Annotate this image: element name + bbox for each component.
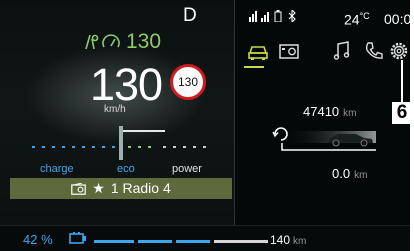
battery-percentage: 42 % bbox=[23, 232, 53, 247]
battery-icon bbox=[274, 10, 282, 22]
speed-limiter-value: 130 bbox=[126, 30, 162, 53]
range-segment bbox=[94, 240, 134, 243]
clock: 00:0 bbox=[384, 11, 410, 27]
odometer: 47410 km bbox=[303, 104, 357, 119]
star-icon: ★ bbox=[92, 180, 105, 196]
current-speed: 130 bbox=[90, 59, 163, 110]
driver-assist-icons bbox=[85, 34, 120, 50]
car-icon[interactable] bbox=[247, 40, 269, 62]
driver-cluster: D 130 130 130 km/h charge eco power ★ 1 … bbox=[0, 0, 235, 225]
bluetooth-icon bbox=[288, 10, 296, 22]
radio-station-label: 1 Radio 4 bbox=[110, 180, 171, 196]
range-remaining: 140 km bbox=[270, 233, 307, 247]
mode-power-label: power bbox=[172, 163, 202, 175]
signal-icon bbox=[261, 12, 269, 22]
instrument-screen: D 130 130 130 km/h charge eco power ★ 1 … bbox=[0, 0, 410, 251]
music-icon[interactable] bbox=[331, 40, 353, 62]
network-icon bbox=[249, 11, 257, 22]
range-segment bbox=[214, 240, 268, 243]
range-segment bbox=[138, 240, 172, 243]
gauge-ticks bbox=[32, 146, 115, 148]
gear-indicator: D bbox=[183, 5, 197, 26]
phone-icon[interactable] bbox=[363, 40, 385, 62]
status-bar: 24°C 00:0 bbox=[236, 0, 410, 30]
radio-now-playing[interactable]: ★ 1 Radio 4 bbox=[10, 178, 232, 199]
radio-icon bbox=[71, 182, 87, 195]
active-tab-indicator bbox=[244, 66, 264, 68]
panel-divider bbox=[234, 0, 235, 225]
mode-eco-label: eco bbox=[117, 163, 135, 175]
camera-icon[interactable] bbox=[278, 40, 300, 62]
trip-reset-graphic[interactable] bbox=[272, 124, 378, 154]
gauge-needle bbox=[119, 126, 123, 160]
trip-distance: 0.0 km bbox=[332, 166, 368, 181]
charging-plug-icon bbox=[69, 232, 86, 244]
lane-assist-icon bbox=[85, 34, 99, 50]
status-icons bbox=[249, 10, 296, 22]
callout-line bbox=[401, 60, 403, 106]
outside-temperature: 24°C bbox=[344, 11, 370, 28]
bottom-bar: 42 % 140 km bbox=[0, 225, 410, 251]
mode-charge-label: charge bbox=[40, 163, 74, 175]
gauge-level bbox=[123, 130, 165, 132]
power-gauge bbox=[32, 126, 206, 160]
range-segment bbox=[176, 240, 210, 243]
speed-limit-sign: 130 bbox=[170, 64, 206, 100]
speed-unit: km/h bbox=[104, 104, 126, 115]
gear-icon[interactable] bbox=[388, 40, 410, 62]
speed-limiter-icon bbox=[102, 34, 120, 48]
callout-badge: 6 bbox=[392, 102, 412, 124]
menu-tabs bbox=[236, 40, 410, 68]
